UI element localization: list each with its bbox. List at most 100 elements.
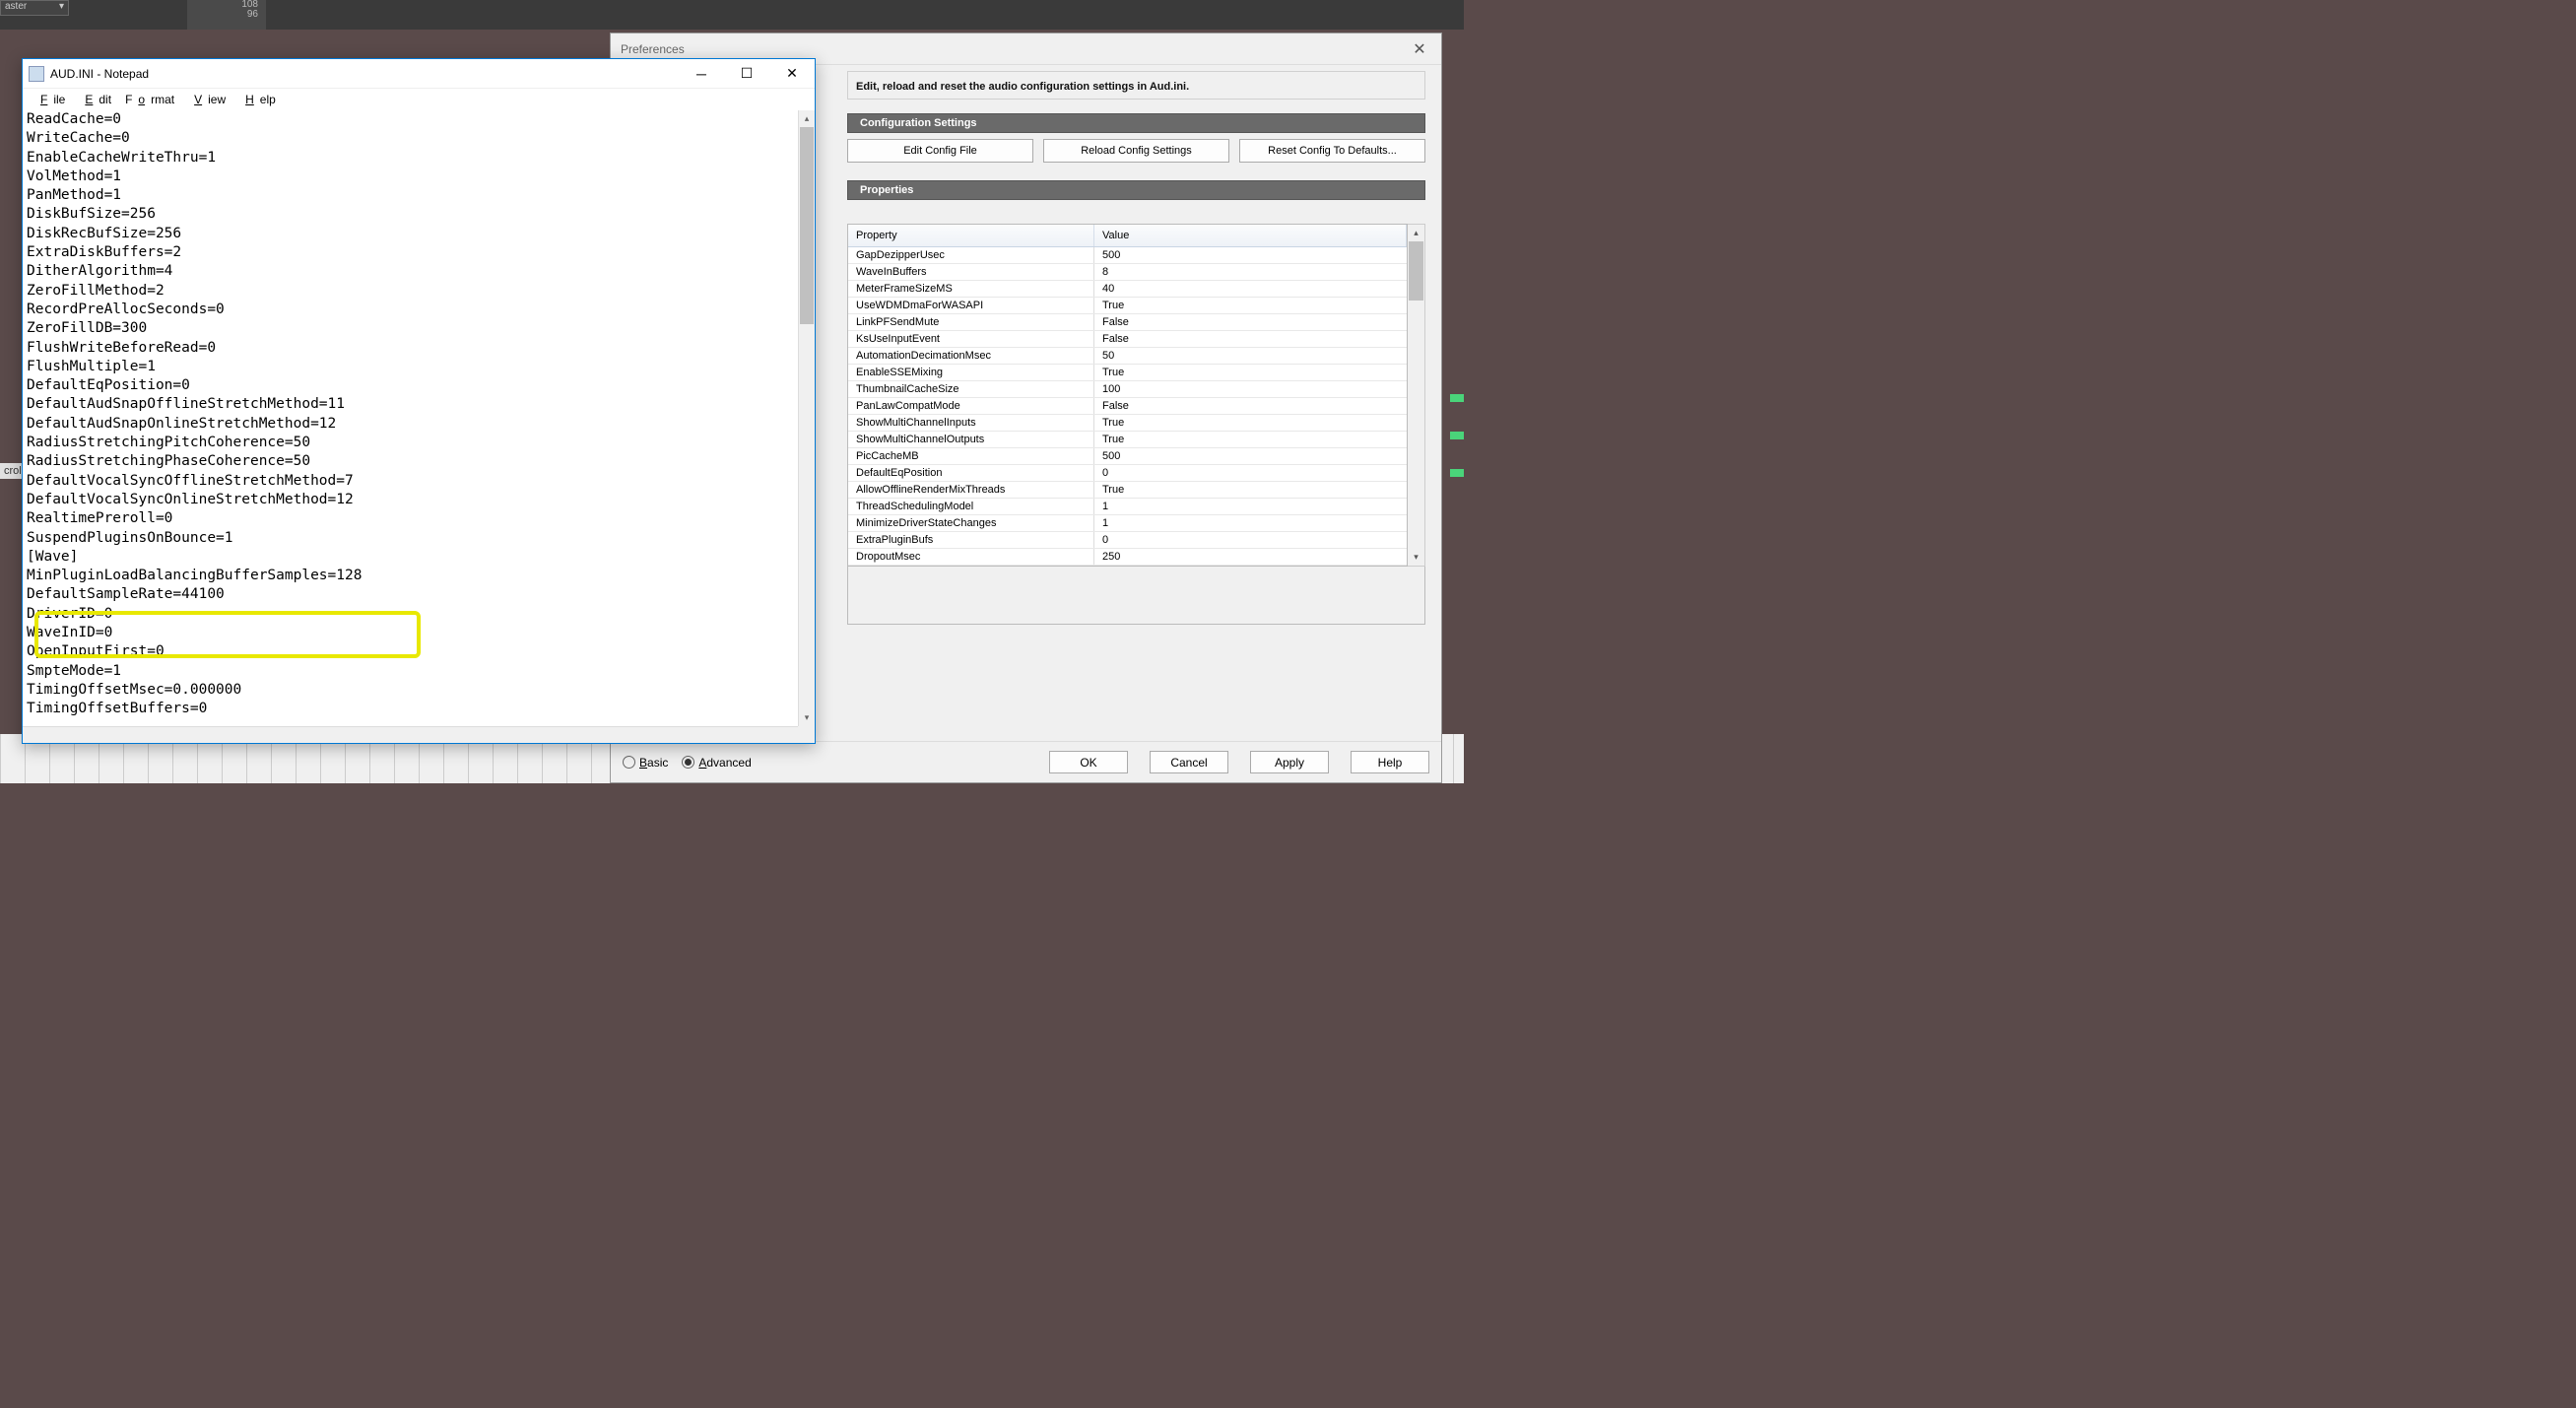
property-value[interactable]: True (1094, 415, 1407, 431)
table-row[interactable]: MinimizeDriverStateChanges1 (848, 515, 1407, 532)
cancel-button[interactable]: Cancel (1150, 751, 1228, 773)
property-name: PicCacheMB (848, 448, 1094, 464)
table-row[interactable]: AllowOfflineRenderMixThreadsTrue (848, 482, 1407, 499)
scroll-down-icon[interactable]: ▾ (799, 709, 815, 726)
scroll-thumb[interactable] (800, 127, 814, 324)
property-value[interactable]: False (1094, 314, 1407, 330)
property-name: AutomationDecimationMsec (848, 348, 1094, 364)
edit-config-file-button[interactable]: Edit Config File (847, 139, 1033, 163)
menu-edit[interactable]: Edit (73, 91, 117, 108)
menu-file[interactable]: File (29, 91, 71, 108)
preferences-footer: Basic Advanced OK Cancel Apply Help (611, 741, 1441, 782)
property-description-panel (847, 566, 1425, 625)
property-name: ShowMultiChannelInputs (848, 415, 1094, 431)
advanced-radio[interactable]: Advanced (682, 756, 751, 770)
table-row[interactable]: ExtraPluginBufs0 (848, 532, 1407, 549)
property-name: MeterFrameSizeMS (848, 281, 1094, 297)
reload-config-settings-button[interactable]: Reload Config Settings (1043, 139, 1229, 163)
table-row[interactable]: EnableSSEMixingTrue (848, 365, 1407, 381)
help-button[interactable]: Help (1351, 751, 1429, 773)
scroll-up-icon[interactable]: ▴ (1408, 225, 1424, 241)
basic-label-tail: asic (647, 756, 668, 770)
master-label: aster (5, 1, 27, 12)
property-name: LinkPFSendMute (848, 314, 1094, 330)
section-header-properties: Properties (847, 180, 1425, 200)
scroll-thumb[interactable] (1409, 241, 1423, 301)
col-header-property[interactable]: Property (848, 225, 1094, 246)
properties-scrollbar[interactable]: ▴ ▾ (1408, 224, 1425, 567)
menu-view[interactable]: View (182, 91, 231, 108)
property-value[interactable]: 40 (1094, 281, 1407, 297)
notepad-title: AUD.INI - Notepad (50, 67, 679, 81)
master-dropdown-remnant[interactable]: aster ▾ (0, 0, 69, 16)
right-accent (1450, 394, 1464, 591)
property-value[interactable]: True (1094, 482, 1407, 498)
notepad-window: AUD.INI - Notepad ─ ☐ ✕ File Edit Format… (22, 58, 816, 744)
table-row[interactable]: DropoutMsec250 (848, 549, 1407, 566)
apply-button[interactable]: Apply (1250, 751, 1329, 773)
table-row[interactable]: PanLawCompatModeFalse (848, 398, 1407, 415)
notepad-hscrollbar[interactable] (23, 726, 815, 743)
scroll-down-icon[interactable]: ▾ (1408, 549, 1424, 566)
property-value[interactable]: True (1094, 298, 1407, 313)
property-value[interactable]: False (1094, 398, 1407, 414)
notepad-app-icon (29, 66, 44, 82)
scroll-up-icon[interactable]: ▴ (799, 110, 815, 127)
property-value[interactable]: 250 (1094, 549, 1407, 565)
property-value[interactable]: 500 (1094, 247, 1407, 263)
property-value[interactable]: 100 (1094, 381, 1407, 397)
property-value[interactable]: 500 (1094, 448, 1407, 464)
property-value[interactable]: 0 (1094, 532, 1407, 548)
property-name: AllowOfflineRenderMixThreads (848, 482, 1094, 498)
preferences-title: Preferences (621, 42, 1408, 56)
col-header-value[interactable]: Value (1094, 225, 1407, 246)
property-value[interactable]: False (1094, 331, 1407, 347)
reset-config-defaults-button[interactable]: Reset Config To Defaults... (1239, 139, 1425, 163)
notepad-text-area[interactable]: ReadCache=0 WriteCache=0 EnableCacheWrit… (23, 110, 815, 743)
property-value[interactable]: 1 (1094, 499, 1407, 514)
properties-table: Property Value GapDezipperUsec500WaveInB… (847, 224, 1408, 567)
table-row[interactable]: MeterFrameSizeMS40 (848, 281, 1407, 298)
menu-help[interactable]: Help (233, 91, 282, 108)
table-row[interactable]: DefaultEqPosition0 (848, 465, 1407, 482)
property-value[interactable]: 8 (1094, 264, 1407, 280)
property-name: ThreadSchedulingModel (848, 499, 1094, 514)
resize-grip-icon[interactable] (798, 726, 815, 743)
property-value[interactable]: True (1094, 432, 1407, 447)
notepad-titlebar[interactable]: AUD.INI - Notepad ─ ☐ ✕ (23, 59, 815, 89)
ok-button[interactable]: OK (1049, 751, 1128, 773)
chevron-down-icon: ▾ (59, 1, 68, 12)
table-row[interactable]: ThreadSchedulingModel1 (848, 499, 1407, 515)
table-row[interactable]: KsUseInputEventFalse (848, 331, 1407, 348)
property-value[interactable]: True (1094, 365, 1407, 380)
table-row[interactable]: PicCacheMB500 (848, 448, 1407, 465)
table-row[interactable]: LinkPFSendMuteFalse (848, 314, 1407, 331)
basic-radio[interactable]: Basic (623, 756, 668, 770)
maximize-button[interactable]: ☐ (724, 59, 769, 89)
table-row[interactable]: AutomationDecimationMsec50 (848, 348, 1407, 365)
bg-ruler: 108 96 (187, 0, 266, 30)
radio-circle-icon (623, 756, 635, 769)
notepad-vscrollbar[interactable]: ▴ ▾ (798, 110, 815, 726)
properties-header-row: Property Value (848, 225, 1407, 247)
table-row[interactable]: WaveInBuffers8 (848, 264, 1407, 281)
property-value[interactable]: 50 (1094, 348, 1407, 364)
property-name: GapDezipperUsec (848, 247, 1094, 263)
property-value[interactable]: 0 (1094, 465, 1407, 481)
table-row[interactable]: UseWDMDmaForWASAPITrue (848, 298, 1407, 314)
ruler-num: 96 (187, 10, 266, 20)
table-row[interactable]: ShowMultiChannelInputsTrue (848, 415, 1407, 432)
minimize-button[interactable]: ─ (679, 59, 724, 89)
table-row[interactable]: GapDezipperUsec500 (848, 247, 1407, 264)
property-value[interactable]: 1 (1094, 515, 1407, 531)
close-button[interactable]: ✕ (769, 59, 815, 89)
property-name: MinimizeDriverStateChanges (848, 515, 1094, 531)
property-name: WaveInBuffers (848, 264, 1094, 280)
advanced-label-tail: dvanced (706, 756, 751, 770)
table-row[interactable]: ShowMultiChannelOutputsTrue (848, 432, 1407, 448)
close-icon[interactable]: ✕ (1408, 39, 1431, 59)
menu-format[interactable]: Format (119, 91, 180, 108)
properties-rows: GapDezipperUsec500WaveInBuffers8MeterFra… (848, 247, 1407, 566)
table-row[interactable]: ThumbnailCacheSize100 (848, 381, 1407, 398)
section-header-config: Configuration Settings (847, 113, 1425, 133)
